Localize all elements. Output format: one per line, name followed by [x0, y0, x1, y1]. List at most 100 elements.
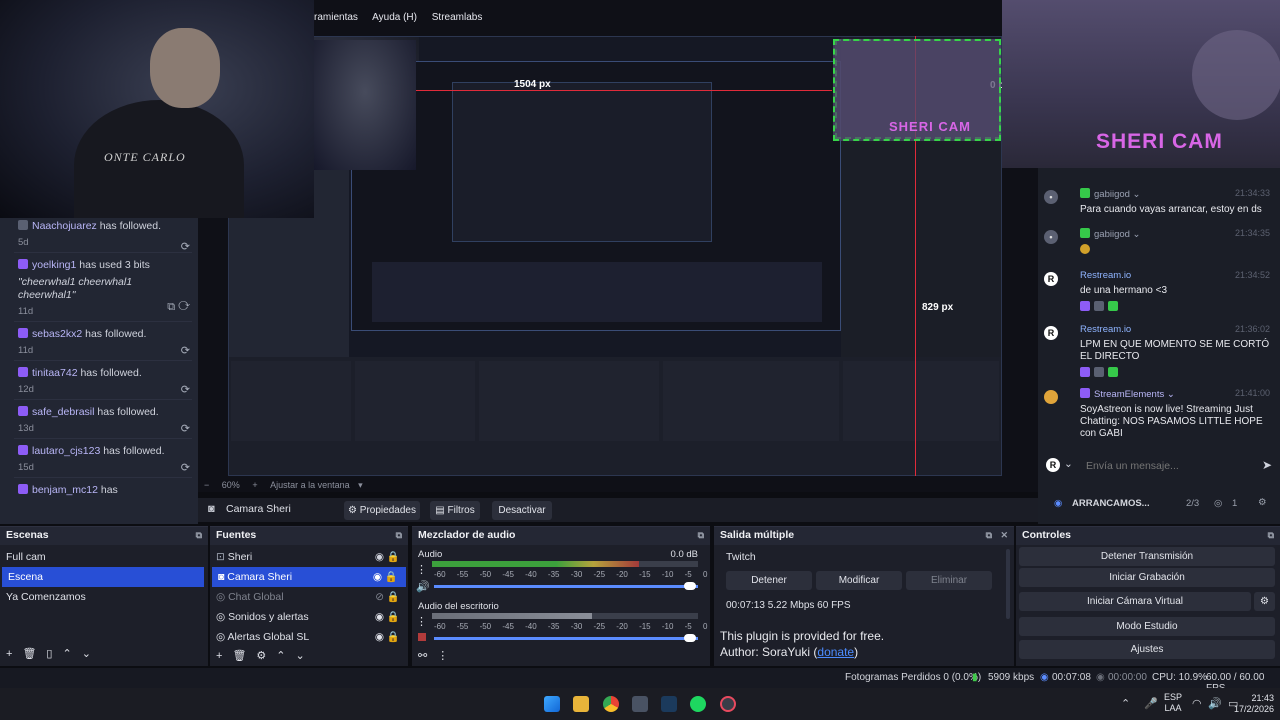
add-icon[interactable]: + [6, 648, 12, 660]
dock-maximize-icon[interactable]: ⧉ [196, 530, 202, 541]
eye-lock-icons[interactable]: ◉ 🔒 [375, 607, 400, 627]
deactivate-button[interactable]: Desactivar [492, 501, 552, 520]
sources-dock: Fuentes ⧉ ⊡ Sheri ◉ 🔒 ◙ Camara Sheri ◉ 🔒 ◎ … [210, 526, 408, 666]
eye-lock-icons[interactable]: ◉ 🔒 [373, 567, 398, 587]
replay-icon[interactable]: ⧉ ⟳ [167, 301, 190, 314]
search-icon[interactable]: ◉ [1054, 498, 1062, 509]
start-recording-button[interactable]: Iniciar Grabación [1019, 568, 1275, 587]
trash-icon[interactable]: 🗑 [22, 648, 36, 660]
virtual-camera-gear-icon[interactable]: ⚙ [1254, 592, 1275, 611]
scene-item-selected[interactable]: Escena [2, 567, 204, 587]
feed-user[interactable]: lautaro_cjs123 [32, 445, 100, 457]
more-icon[interactable]: ⋮ [437, 650, 448, 662]
chrome-icon[interactable] [603, 696, 619, 712]
caret-down-icon[interactable]: ▾ [358, 480, 363, 490]
settings-app-icon[interactable] [632, 696, 648, 712]
arrow-up-icon[interactable]: ⌃ [62, 648, 71, 660]
eye-lock-icons[interactable]: ⊘ 🔒 [375, 587, 400, 607]
restream-icon[interactable]: R [1046, 458, 1060, 472]
donate-link[interactable]: donate [817, 645, 854, 659]
clock[interactable]: 21:43 17/2/2026 [1234, 693, 1274, 715]
chat-user[interactable]: gabiigod [1094, 189, 1130, 200]
volume-slider-handle[interactable] [684, 582, 696, 590]
replay-icon[interactable]: ⟳ [181, 383, 190, 396]
mixer-menu-icon[interactable]: ⋮ [416, 563, 427, 576]
dock-maximize-icon[interactable]: ⧉ [986, 530, 992, 541]
feed-user[interactable]: safe_debrasil [32, 406, 94, 418]
replay-icon[interactable]: ⟳ [181, 461, 190, 474]
volume-slider-handle[interactable] [684, 634, 696, 642]
wifi-icon[interactable]: ◠ [1192, 697, 1202, 710]
chat-user[interactable]: gabiigod [1094, 229, 1130, 240]
mixer-menu-icon[interactable]: ⋮ [416, 615, 427, 628]
feed-user[interactable]: benjam_mc12 [32, 484, 98, 496]
chevron-down-icon[interactable]: ⌄ [1064, 458, 1073, 470]
arrow-up-icon[interactable]: ⌃ [276, 650, 285, 662]
chat-user[interactable]: StreamElements [1094, 389, 1164, 400]
windows-start-icon[interactable] [544, 696, 560, 712]
dock-maximize-icon[interactable]: ⧉ [396, 530, 402, 541]
mute-icon[interactable] [418, 633, 426, 641]
arrow-down-icon[interactable]: ⌄ [82, 648, 91, 660]
scene-item[interactable]: Full cam [0, 547, 208, 567]
replay-icon[interactable]: ⟳ [181, 422, 190, 435]
modify-button[interactable]: Modificar [816, 571, 902, 590]
webcam-mirror [314, 40, 416, 170]
start-virtual-camera-button[interactable]: Iniciar Cámara Virtual [1019, 592, 1251, 611]
menu-item-ayuda[interactable]: Ayuda (H) [372, 12, 417, 23]
feed-user[interactable]: sebas2kx2 [32, 328, 82, 340]
source-item[interactable]: ◎ Alertas Global SL ◉ 🔒 [210, 627, 408, 647]
steam-icon[interactable] [661, 696, 677, 712]
language-indicator[interactable]: ESP LAA [1164, 692, 1182, 714]
dock-maximize-icon[interactable]: ⧉ [1268, 530, 1274, 541]
filters-button[interactable]: ▤ Filtros [430, 501, 480, 520]
streamelements-avatar [1044, 390, 1058, 404]
stop-button[interactable]: Detener [726, 571, 812, 590]
feed-user[interactable]: yoelking1 [32, 259, 76, 271]
source-item[interactable]: ◎ Sonidos y alertas ◉ 🔒 [210, 607, 408, 627]
dock-maximize-icon[interactable]: ⧉ [698, 530, 704, 541]
delete-button[interactable]: Eliminar [906, 571, 992, 590]
gear-icon[interactable]: ⚙ [256, 650, 266, 662]
volume-icon[interactable]: 🔊 [416, 580, 430, 593]
add-icon[interactable]: + [216, 650, 222, 662]
feed-user[interactable]: tinitaa742 [32, 367, 78, 379]
chat-input[interactable] [1086, 456, 1254, 476]
eye-lock-icons[interactable]: ◉ 🔒 [375, 627, 400, 647]
scrollbar[interactable] [1006, 549, 1010, 619]
link-icon[interactable]: ⚯ [418, 650, 427, 662]
volume-slider[interactable] [434, 637, 698, 640]
settings-button[interactable]: Ajustes [1019, 640, 1275, 659]
zoom-in-icon[interactable]: + [252, 480, 257, 490]
zoom-fit[interactable]: Ajustar a la ventana [270, 480, 350, 490]
scene-item[interactable]: Ya Comenzamos [0, 587, 208, 607]
controls-title: Controles ⧉ [1016, 527, 1280, 545]
gear-icon[interactable]: ⚙ [1258, 497, 1267, 508]
obs-icon[interactable] [720, 696, 736, 712]
speaker-icon[interactable]: 🔊 [1208, 697, 1222, 710]
replay-icon[interactable]: ⟳ [181, 344, 190, 357]
tray-chevron-icon[interactable]: ⌃ [1121, 697, 1130, 710]
volume-slider[interactable] [434, 585, 698, 588]
filter-icon[interactable]: ▯ [46, 648, 52, 660]
file-explorer-icon[interactable] [573, 696, 589, 712]
studio-mode-button[interactable]: Modo Estudio [1019, 617, 1275, 636]
close-icon[interactable]: ✕ [1000, 530, 1008, 541]
sheri-cam-source[interactable]: SHERI CAM [833, 39, 1001, 141]
source-item[interactable]: ◎ Chat Global ⊘ 🔒 [210, 587, 408, 607]
trash-icon[interactable]: 🗑 [232, 650, 246, 662]
source-item-selected[interactable]: ◙ Camara Sheri ◉ 🔒 [212, 567, 406, 587]
menu-item-herramientas[interactable]: ramientas [314, 12, 358, 23]
menu-item-streamlabs[interactable]: Streamlabs [432, 12, 483, 23]
spotify-icon[interactable] [690, 696, 706, 712]
zoom-out-icon[interactable]: − [204, 480, 209, 490]
properties-button[interactable]: ⚙ Propiedades [344, 501, 420, 520]
stop-streaming-button[interactable]: Detener Transmisión [1019, 547, 1275, 566]
mic-icon[interactable]: 🎤 [1144, 697, 1158, 710]
send-icon[interactable]: ➤ [1262, 458, 1272, 472]
arrow-down-icon[interactable]: ⌄ [296, 650, 305, 662]
eye-lock-icons[interactable]: ◉ 🔒 [375, 547, 400, 567]
restream-avatar: R [1044, 272, 1058, 286]
source-item[interactable]: ⊡ Sheri ◉ 🔒 [210, 547, 408, 567]
feed-user[interactable]: Naachojuarez [32, 220, 97, 232]
